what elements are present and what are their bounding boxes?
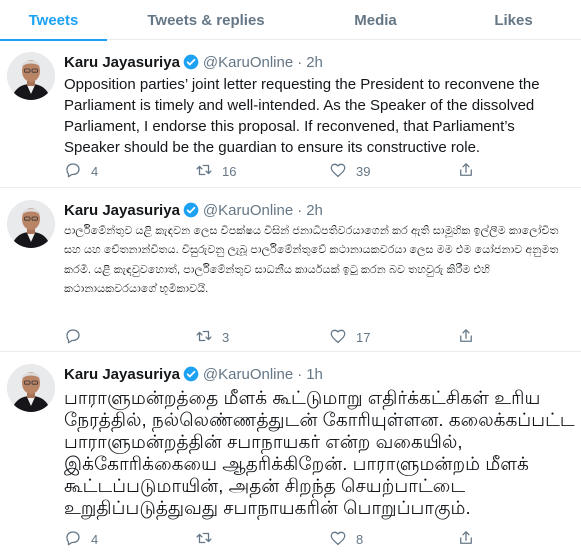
like-button[interactable]: 8 xyxy=(329,530,363,548)
tweet-time[interactable]: 2h xyxy=(306,54,323,71)
verified-badge-icon xyxy=(183,54,199,70)
tweet-time[interactable]: 1h xyxy=(306,366,323,383)
reply-icon xyxy=(64,327,82,348)
profile-tabs: Tweets Tweets & replies Media Likes xyxy=(0,0,581,41)
tab-media[interactable]: Media xyxy=(305,0,446,40)
tweet[interactable]: Karu Jayasuriya @KaruOnline · 2h පාර්ලිම… xyxy=(0,188,581,352)
heart-icon xyxy=(329,161,347,182)
retweet-button[interactable]: 3 xyxy=(195,328,229,346)
tweet-actions: 3 17 xyxy=(64,328,564,346)
retweet-count: 16 xyxy=(222,163,237,179)
retweet-icon xyxy=(195,529,213,550)
verified-badge-icon xyxy=(183,366,199,382)
retweet-button[interactable]: 16 xyxy=(195,162,236,180)
share-icon xyxy=(457,529,475,550)
author-handle[interactable]: @KaruOnline xyxy=(203,202,293,219)
avatar[interactable] xyxy=(7,200,55,248)
tab-tweets[interactable]: Tweets xyxy=(0,0,107,41)
tweet-text: පාර්ලිමේන්තුව යළි කැඳවන ලෙස විපක්ෂය විසි… xyxy=(64,225,559,295)
tab-tweets-and-replies[interactable]: Tweets & replies xyxy=(107,0,305,40)
tweet-text: Opposition parties’ joint letter request… xyxy=(64,76,540,156)
reply-count: 4 xyxy=(91,163,99,179)
author-name[interactable]: Karu Jayasuriya xyxy=(64,202,180,219)
avatar[interactable] xyxy=(7,364,55,412)
like-button[interactable]: 17 xyxy=(329,328,370,346)
retweet-icon xyxy=(195,327,213,348)
share-button[interactable] xyxy=(457,530,475,548)
like-count: 39 xyxy=(356,163,371,179)
share-button[interactable] xyxy=(457,162,475,180)
reply-count: 4 xyxy=(91,531,99,547)
tweet-header: Karu Jayasuriya @KaruOnline · 2h xyxy=(64,53,323,71)
tweet-header: Karu Jayasuriya @KaruOnline · 1h xyxy=(64,365,323,383)
retweet-button[interactable] xyxy=(195,530,222,548)
separator-dot: · xyxy=(297,201,303,219)
share-icon xyxy=(457,327,475,348)
author-name[interactable]: Karu Jayasuriya xyxy=(64,54,180,71)
author-name[interactable]: Karu Jayasuriya xyxy=(64,366,180,383)
reply-icon xyxy=(64,529,82,550)
tweet[interactable]: Karu Jayasuriya @KaruOnline · 1h பாராளும… xyxy=(0,352,581,555)
verified-badge-icon xyxy=(183,202,199,218)
reply-icon xyxy=(64,161,82,182)
tweet[interactable]: Karu Jayasuriya @KaruOnline · 2h Opposit… xyxy=(0,40,581,188)
retweet-icon xyxy=(195,161,213,182)
separator-dot: · xyxy=(297,53,303,71)
heart-icon xyxy=(329,327,347,348)
separator-dot: · xyxy=(297,365,303,383)
tweet-text: பாராளுமன்றத்தை மீளக் கூட்டுமாறு எதிர்க்க… xyxy=(64,387,575,518)
author-handle[interactable]: @KaruOnline xyxy=(203,366,293,383)
tweet-actions: 4 16 39 xyxy=(64,162,564,180)
reply-button[interactable] xyxy=(64,328,91,346)
heart-icon xyxy=(329,529,347,550)
share-button[interactable] xyxy=(457,328,475,346)
reply-button[interactable]: 4 xyxy=(64,162,98,180)
like-count: 8 xyxy=(356,531,364,547)
author-handle[interactable]: @KaruOnline xyxy=(203,54,293,71)
tweet-time[interactable]: 2h xyxy=(306,202,323,219)
tweet-header: Karu Jayasuriya @KaruOnline · 2h xyxy=(64,201,323,219)
tweet-actions: 4 8 xyxy=(64,530,564,548)
retweet-count: 3 xyxy=(222,329,230,345)
tab-likes[interactable]: Likes xyxy=(446,0,581,40)
avatar[interactable] xyxy=(7,52,55,100)
share-icon xyxy=(457,161,475,182)
like-count: 17 xyxy=(356,329,371,345)
reply-button[interactable]: 4 xyxy=(64,530,98,548)
like-button[interactable]: 39 xyxy=(329,162,370,180)
